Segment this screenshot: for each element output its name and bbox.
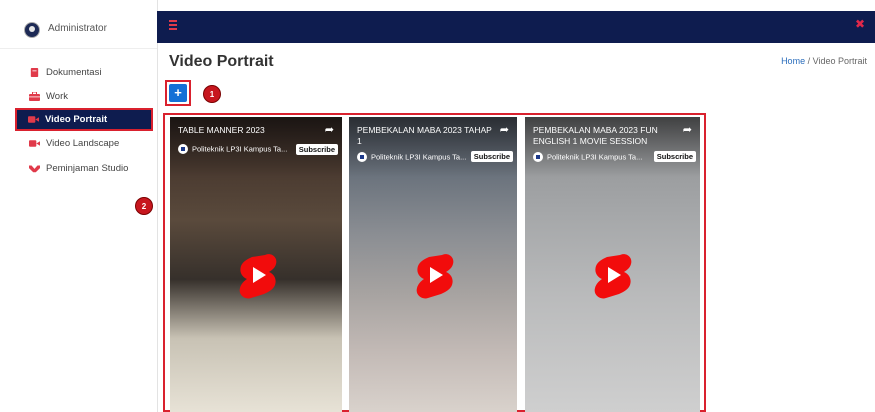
- handshake-icon: [29, 165, 40, 173]
- video-card[interactable]: TABLE MANNER 2023 ➦ Politeknik LP3I Kamp…: [170, 117, 342, 412]
- channel-logo-icon: [533, 152, 543, 163]
- youtube-shorts-play-icon[interactable]: [593, 251, 633, 299]
- share-icon[interactable]: ➦: [683, 123, 692, 136]
- subscribe-button[interactable]: Subscribe: [653, 151, 696, 162]
- book-icon: [30, 68, 39, 77]
- close-icon[interactable]: ✖: [855, 17, 865, 31]
- channel-logo-icon: [178, 144, 188, 155]
- sidebar-item-video-portrait[interactable]: Video Portrait: [15, 108, 153, 131]
- breadcrumb-home-link[interactable]: Home: [781, 56, 805, 66]
- subscribe-button[interactable]: Subscribe: [470, 151, 513, 162]
- sidebar-item-video-landscape[interactable]: Video Landscape: [16, 133, 154, 155]
- youtube-shorts-play-icon[interactable]: [238, 251, 278, 299]
- video-camera-icon: [29, 140, 40, 147]
- channel-info[interactable]: Politeknik LP3I Kampus Ta...: [357, 152, 467, 163]
- profile-name: Administrator: [48, 23, 107, 34]
- video-card[interactable]: PEMBEKALAN MABA 2023 FUN ENGLISH 1 MOVIE…: [525, 117, 700, 412]
- sidebar-item-dokumentasi[interactable]: Dokumentasi: [16, 62, 154, 84]
- video-title: PEMBEKALAN MABA 2023 FUN ENGLISH 1 MOVIE…: [533, 125, 658, 146]
- youtube-shorts-play-icon[interactable]: [415, 251, 455, 299]
- breadcrumb-separator: /: [807, 56, 811, 66]
- breadcrumb: Home / Video Portrait: [781, 56, 867, 66]
- share-icon[interactable]: ➦: [325, 123, 334, 136]
- page-title: Video Portrait: [169, 53, 274, 70]
- add-video-button[interactable]: +: [169, 84, 187, 102]
- subscribe-button[interactable]: Subscribe: [295, 144, 338, 155]
- channel-info[interactable]: Politeknik LP3I Kampus Ta...: [533, 152, 643, 163]
- channel-name: Politeknik LP3I Kampus Ta...: [192, 144, 288, 154]
- video-camera-icon: [28, 116, 39, 123]
- avatar: [24, 22, 40, 38]
- channel-name: Politeknik LP3I Kampus Ta...: [371, 152, 467, 162]
- sidebar-item-label: Video Landscape: [46, 138, 120, 149]
- hamburger-icon[interactable]: [169, 20, 177, 30]
- channel-name: Politeknik LP3I Kampus Ta...: [547, 152, 643, 162]
- briefcase-icon: [29, 92, 40, 101]
- breadcrumb-current: Video Portrait: [812, 56, 867, 66]
- top-navbar: ✖: [157, 11, 875, 43]
- share-icon[interactable]: ➦: [500, 123, 509, 136]
- callout-badge-1: 1: [203, 85, 221, 103]
- sidebar-item-label: Dokumentasi: [46, 67, 102, 78]
- sidebar-item-label: Work: [46, 91, 68, 102]
- channel-logo-icon: [357, 152, 367, 163]
- sidebar-item-peminjaman-studio[interactable]: Peminjaman Studio: [16, 158, 154, 180]
- channel-info[interactable]: Politeknik LP3I Kampus Ta...: [178, 144, 288, 155]
- user-profile[interactable]: Administrator: [0, 0, 157, 49]
- sidebar-item-label: Video Portrait: [45, 114, 108, 125]
- callout-badge-2: 2: [135, 197, 153, 215]
- sidebar-item-label: Peminjaman Studio: [46, 163, 129, 174]
- sidebar-item-work[interactable]: Work: [16, 86, 154, 108]
- video-card[interactable]: PEMBEKALAN MABA 2023 TAHAP 1 ➦ Politekni…: [349, 117, 517, 412]
- video-title: PEMBEKALAN MABA 2023 TAHAP 1: [357, 125, 492, 146]
- video-title: TABLE MANNER 2023: [178, 125, 265, 135]
